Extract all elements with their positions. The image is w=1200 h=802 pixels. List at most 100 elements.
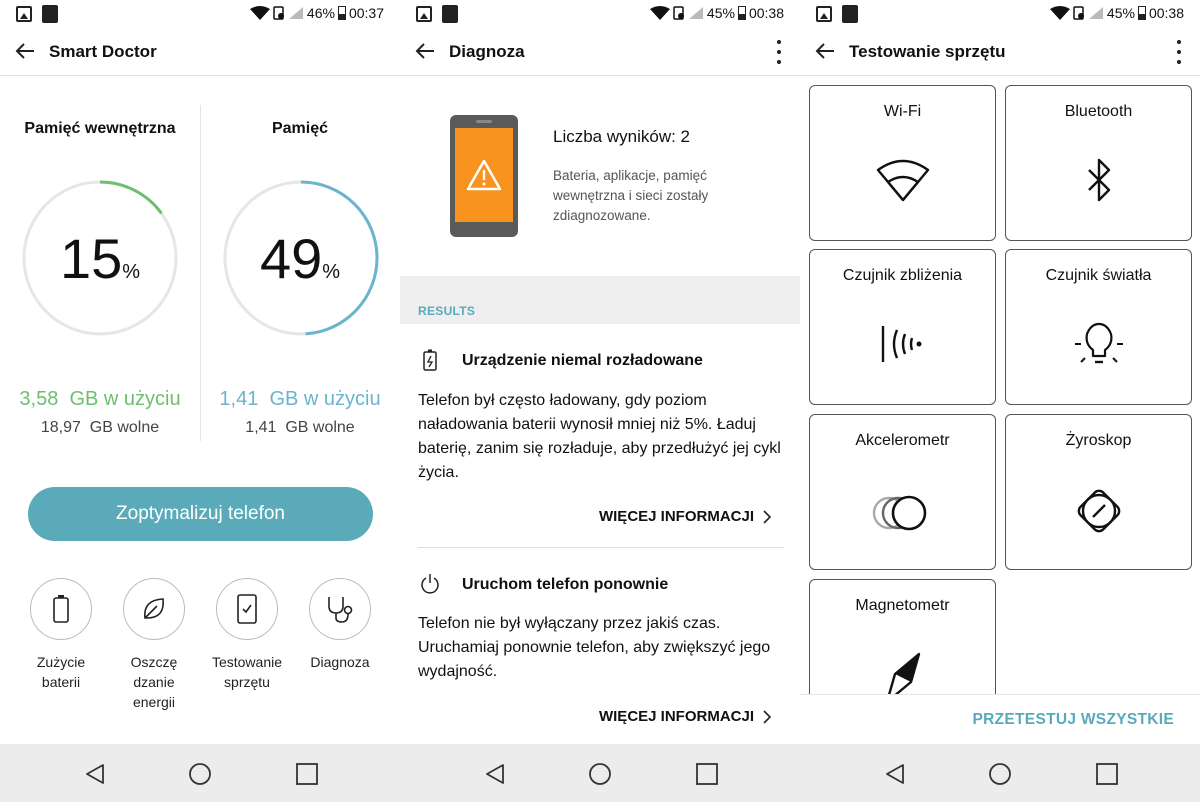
energy-saving-label: Oszczę dzanie energii bbox=[130, 654, 178, 710]
chevron-right-icon bbox=[763, 510, 772, 524]
hardware-test-screen: 45% 00:38 Testowanie sprzętu Wi-Fi Bluet… bbox=[800, 0, 1200, 802]
no-sim-icon bbox=[673, 6, 684, 20]
recents-nav-icon[interactable] bbox=[295, 762, 319, 786]
wifi-status-icon bbox=[1049, 6, 1070, 20]
overflow-menu-icon[interactable] bbox=[776, 40, 782, 64]
back-arrow-icon[interactable] bbox=[14, 40, 36, 62]
tile-label: Czujnik światła bbox=[1045, 267, 1152, 284]
hardware-test-circle bbox=[216, 578, 278, 640]
home-nav-icon[interactable] bbox=[988, 762, 1012, 786]
more-info-link[interactable]: WIĘCEJ INFORMACJI bbox=[599, 708, 754, 725]
light-bulb-icon bbox=[1074, 322, 1123, 364]
smart-doctor-screen: 46% 00:37 Smart Doctor Pamięć wewnętrzna… bbox=[0, 0, 400, 802]
app-notification-icon bbox=[842, 5, 858, 23]
issue-title: Uruchom telefon ponownie bbox=[462, 576, 669, 593]
wifi-status-icon bbox=[249, 6, 270, 20]
accelerometer-icon bbox=[872, 495, 926, 531]
no-sim-icon bbox=[1073, 6, 1084, 20]
status-bar: 46% 00:37 bbox=[0, 0, 400, 28]
signal-icon bbox=[688, 7, 703, 19]
gyroscope-icon bbox=[1077, 489, 1120, 533]
hardware-test-tool[interactable]: Testowanie sprzętu bbox=[201, 578, 293, 692]
back-nav-icon[interactable] bbox=[483, 762, 507, 786]
app-bar: Diagnoza bbox=[400, 28, 800, 76]
battery-icon bbox=[737, 6, 746, 20]
gauge-title-memory: Pamięć bbox=[271, 120, 329, 137]
recents-nav-icon[interactable] bbox=[1095, 762, 1119, 786]
clock: 00:38 bbox=[748, 5, 784, 21]
proximity-icon bbox=[881, 326, 921, 362]
results-description: Bateria, aplikacje, pamięć wewnętrzna i … bbox=[553, 168, 709, 223]
battery-usage-circle bbox=[30, 578, 92, 640]
memory-percent: 49% bbox=[259, 227, 341, 290]
tile-bluetooth[interactable]: Bluetooth bbox=[1005, 85, 1192, 241]
optimize-phone-button[interactable]: Zoptymalizuj telefon bbox=[28, 487, 373, 541]
diagnosis-screen: 45% 00:38 Diagnoza Liczba wyników: 2 Bat… bbox=[400, 0, 800, 802]
power-icon bbox=[421, 574, 439, 594]
battery-icon bbox=[53, 595, 69, 623]
tile-label: Czujnik zbliżenia bbox=[842, 267, 963, 284]
tile-label: Wi-Fi bbox=[883, 103, 922, 120]
home-nav-icon[interactable] bbox=[588, 762, 612, 786]
tile-light-sensor[interactable]: Czujnik światła bbox=[1005, 249, 1192, 405]
more-info-link[interactable]: WIĘCEJ INFORMACJI bbox=[599, 508, 754, 525]
tile-proximity-sensor[interactable]: Czujnik zbliżenia bbox=[809, 249, 996, 405]
issue-text: Telefon nie był wyłączany przez jakiś cz… bbox=[418, 615, 771, 680]
diagnosis-label: Diagnoza bbox=[310, 654, 370, 670]
gallery-notification-icon bbox=[816, 6, 832, 22]
status-bar: 45% 00:38 bbox=[800, 0, 1200, 28]
back-arrow-icon[interactable] bbox=[814, 40, 836, 62]
memory-free: 1,41 GB wolne bbox=[245, 419, 355, 436]
internal-storage-percent: 15% bbox=[59, 227, 141, 290]
tile-gyroscope[interactable]: Żyroskop bbox=[1005, 414, 1192, 570]
battery-percent: 45% bbox=[706, 5, 735, 21]
home-nav-icon[interactable] bbox=[188, 762, 212, 786]
overflow-menu-icon[interactable] bbox=[1176, 40, 1182, 64]
hardware-test-label: Testowanie sprzętu bbox=[211, 654, 283, 690]
issue-title: Urządzenie niemal rozładowane bbox=[462, 352, 703, 369]
clock: 00:37 bbox=[348, 5, 384, 21]
diagnosis-circle bbox=[309, 578, 371, 640]
battery-icon bbox=[337, 6, 346, 20]
phone-warning-icon bbox=[450, 115, 518, 237]
tile-wifi[interactable]: Wi-Fi bbox=[809, 85, 996, 241]
app-bar: Smart Doctor bbox=[0, 28, 400, 76]
battery-usage-tool[interactable]: Zużycie baterii bbox=[15, 578, 107, 692]
navigation-bar bbox=[0, 744, 1200, 802]
internal-used: 3,58 GB w użyciu bbox=[19, 388, 181, 410]
energy-saving-tool[interactable]: Oszczę dzanie energii bbox=[108, 578, 200, 712]
bluetooth-icon bbox=[1087, 158, 1110, 202]
clock: 00:38 bbox=[1148, 5, 1184, 21]
diagnosis-tool[interactable]: Diagnoza bbox=[294, 578, 386, 672]
wifi-status-icon bbox=[649, 6, 670, 20]
tile-label: Bluetooth bbox=[1064, 103, 1133, 120]
results-header-band: RESULTS bbox=[400, 276, 800, 324]
gallery-notification-icon bbox=[416, 6, 432, 22]
tile-label: Akcelerometr bbox=[855, 432, 950, 449]
results-header: RESULTS bbox=[418, 304, 476, 318]
test-all-button[interactable]: PRZETESTUJ WSZYSTKIE bbox=[973, 711, 1175, 729]
tile-label: Żyroskop bbox=[1065, 432, 1132, 449]
phone-check-icon bbox=[237, 594, 257, 624]
back-arrow-icon[interactable] bbox=[414, 40, 436, 62]
signal-icon bbox=[1088, 7, 1103, 19]
tile-label: Magnetometr bbox=[855, 597, 950, 614]
battery-percent: 45% bbox=[1106, 5, 1135, 21]
back-nav-icon[interactable] bbox=[883, 762, 907, 786]
no-sim-icon bbox=[273, 6, 284, 20]
recents-nav-icon[interactable] bbox=[695, 762, 719, 786]
app-bar: Testowanie sprzętu bbox=[800, 28, 1200, 76]
issue-text: Telefon był często ładowany, gdy poziom … bbox=[418, 392, 781, 481]
results-count: Liczba wyników: 2 bbox=[553, 127, 691, 146]
wifi-icon bbox=[876, 159, 929, 202]
divider bbox=[418, 547, 784, 548]
tile-accelerometer[interactable]: Akcelerometr bbox=[809, 414, 996, 570]
internal-free: 18,97 GB wolne bbox=[40, 419, 160, 436]
back-nav-icon[interactable] bbox=[83, 762, 107, 786]
gauge-title-internal: Pamięć wewnętrzna bbox=[24, 120, 176, 137]
bottom-action-bar: PRZETESTUJ WSZYSTKIE bbox=[800, 694, 1200, 744]
battery-low-icon bbox=[423, 349, 437, 371]
gallery-notification-icon bbox=[16, 6, 32, 22]
page-title: Diagnoza bbox=[449, 42, 525, 61]
energy-saving-circle bbox=[123, 578, 185, 640]
